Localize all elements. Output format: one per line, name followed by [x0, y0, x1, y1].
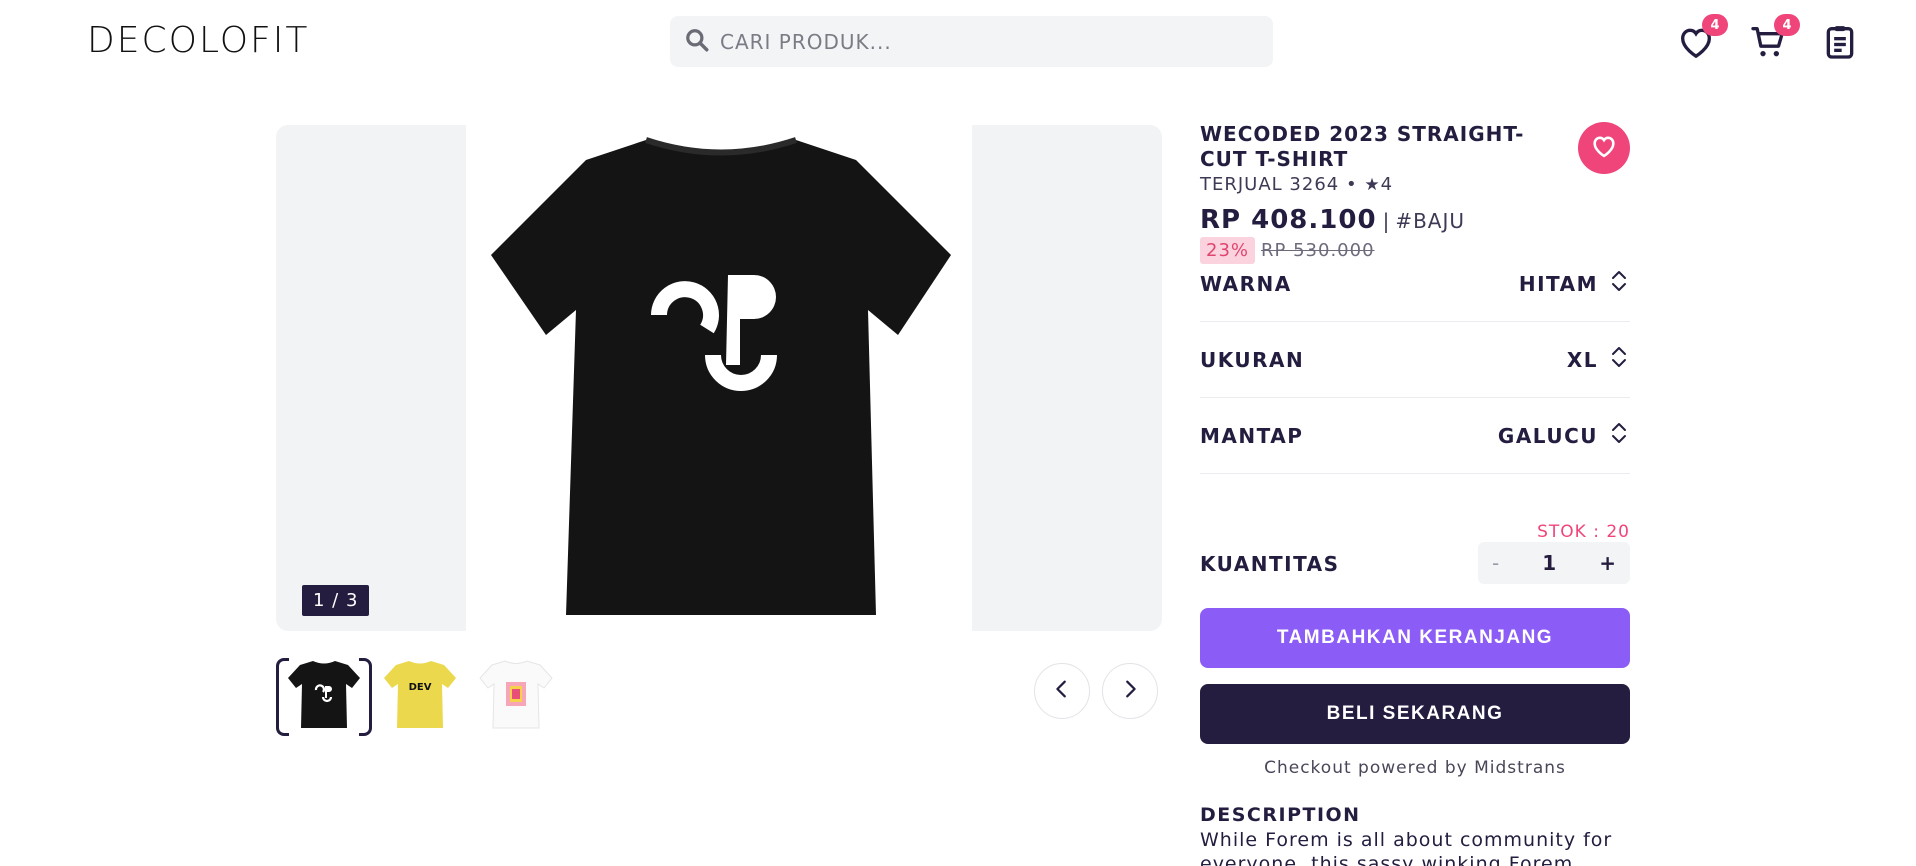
chevron-up-down-icon	[1598, 343, 1630, 376]
heart-icon	[1590, 132, 1618, 164]
category-tag[interactable]: #BAJU	[1395, 209, 1465, 233]
product-title: WECODED 2023 STRAIGHT-CUT T-SHIRT	[1200, 122, 1525, 171]
cart-button[interactable]: 4	[1748, 14, 1800, 62]
orders-button[interactable]	[1820, 22, 1860, 62]
chevron-up-down-icon	[1598, 419, 1630, 452]
add-to-cart-button[interactable]: TAMBAHKAN KERANJANG	[1200, 608, 1630, 668]
wishlist-button[interactable]: 4	[1676, 14, 1728, 62]
sold-count: TERJUAL 3264 •	[1200, 174, 1358, 195]
dev-thumbnail-text: DEV	[409, 682, 432, 693]
option-value[interactable]: XL	[1567, 343, 1630, 376]
current-price: RP 408.100	[1200, 205, 1377, 235]
option-value-text: HITAM	[1518, 271, 1598, 296]
chevron-right-icon	[1119, 678, 1141, 704]
thumbnail-strip: DEV	[276, 656, 564, 736]
option-value[interactable]: GALUCU	[1498, 419, 1630, 452]
search-bar[interactable]	[670, 16, 1273, 67]
quantity-value[interactable]: 1	[1542, 551, 1556, 575]
cart-count-badge: 4	[1774, 14, 1800, 36]
option-size[interactable]: UKURAN XL	[1200, 322, 1630, 398]
option-value[interactable]: HITAM	[1519, 267, 1630, 300]
chevron-left-icon	[1051, 678, 1073, 704]
search-icon	[684, 27, 710, 57]
quantity-stepper[interactable]: - 1 +	[1478, 542, 1630, 584]
previous-image-button[interactable]	[1034, 663, 1090, 719]
product-info-panel: WECODED 2023 STRAIGHT-CUT T-SHIRT TERJUA…	[1200, 122, 1630, 866]
option-mantap[interactable]: MANTAP GALUCU	[1200, 398, 1630, 474]
option-label: UKURAN	[1200, 347, 1305, 372]
cart-icon	[1748, 27, 1788, 66]
quantity-decrease-button[interactable]: -	[1492, 551, 1499, 575]
option-label: WARNA	[1200, 271, 1292, 296]
stock-info: STOK : 20	[1537, 522, 1630, 542]
buy-now-button[interactable]: BELI SEKARANG	[1200, 684, 1630, 744]
price-row: RP 408.100 | #BAJU	[1200, 205, 1630, 235]
chevron-up-down-icon	[1598, 267, 1630, 300]
heart-icon	[1676, 28, 1716, 66]
thumbnail-dev-tshirt[interactable]: DEV	[372, 656, 468, 732]
price-separator: |	[1382, 209, 1390, 233]
brand-logo[interactable]: DECOLOFIT	[87, 20, 309, 61]
image-counter: 1 / 3	[302, 585, 370, 616]
description-text: While Forem is all about community for e…	[1200, 829, 1613, 866]
thumbnail-white-tshirt[interactable]	[468, 656, 564, 732]
option-color[interactable]: WARNA HITAM	[1200, 246, 1630, 322]
description-heading: DESCRIPTION	[1200, 804, 1361, 826]
product-main-image[interactable]	[466, 125, 972, 631]
checkout-provider-note: Checkout powered by Midstrans	[1264, 758, 1566, 778]
clipboard-icon	[1820, 26, 1860, 66]
product-gallery[interactable]: 1 / 3	[276, 125, 1162, 631]
rating-value: 4	[1380, 174, 1394, 195]
option-value-text: XL	[1566, 347, 1598, 372]
option-value-text: GALUCU	[1497, 423, 1598, 448]
quantity-increase-button[interactable]: +	[1599, 551, 1616, 575]
wishlist-count-badge: 4	[1702, 14, 1728, 36]
thumbnail-black-tshirt[interactable]	[276, 656, 372, 736]
quantity-label: KUANTITAS	[1200, 552, 1340, 576]
option-label: MANTAP	[1200, 423, 1304, 448]
search-input[interactable]	[720, 29, 1240, 54]
add-to-wishlist-button[interactable]	[1578, 122, 1630, 174]
next-image-button[interactable]	[1102, 663, 1158, 719]
sold-count-rating: TERJUAL 3264 • ★4	[1200, 174, 1630, 195]
star-icon: ★	[1364, 175, 1381, 195]
